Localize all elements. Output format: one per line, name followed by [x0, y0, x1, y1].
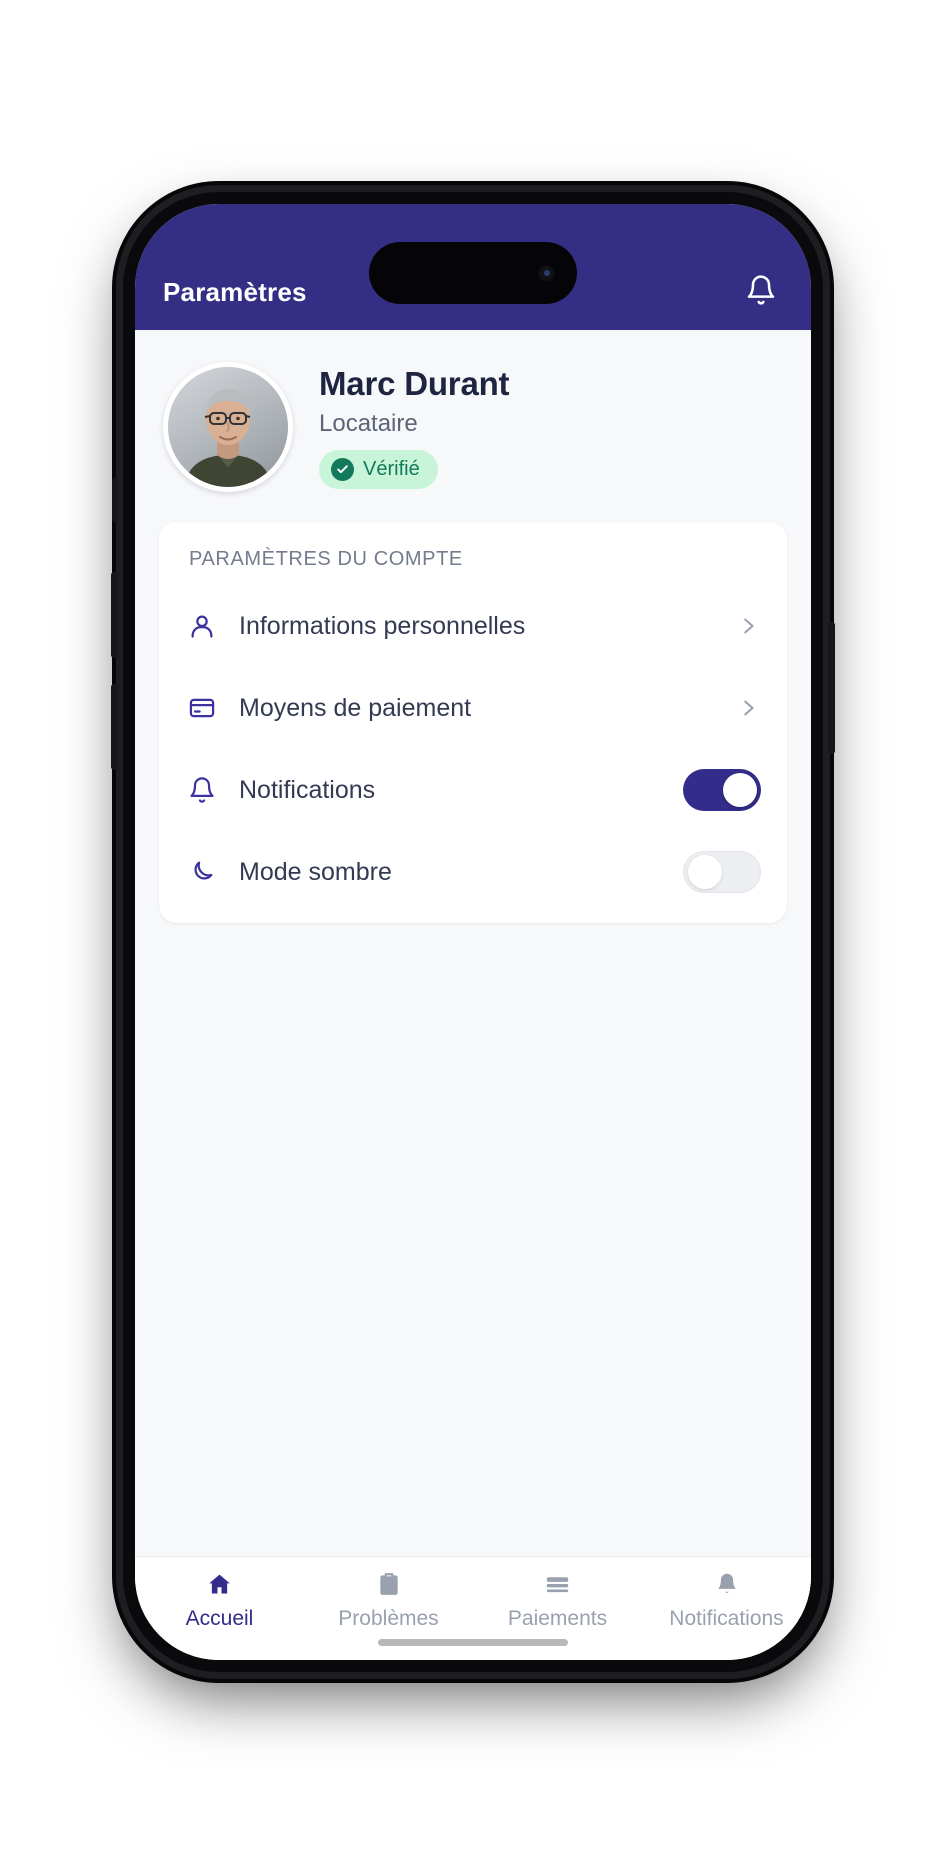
status-badge-label: Vérifié [363, 458, 420, 480]
page-title: Paramètres [163, 277, 307, 307]
account-settings-card: PARAMÈTRES DU COMPTE Informations person… [159, 522, 787, 923]
settings-row-personal-info[interactable]: Informations personnelles [159, 585, 787, 667]
card-icon [544, 1569, 571, 1599]
volume-down-button[interactable] [111, 684, 118, 770]
home-indicator[interactable] [378, 1639, 568, 1646]
clipboard-icon [376, 1569, 402, 1599]
home-icon [206, 1569, 233, 1599]
notifications-toggle[interactable] [683, 769, 761, 811]
settings-row-label: Moyens de paiement [239, 693, 472, 722]
profile-text: Marc Durant Locataire Vérifié [319, 365, 510, 489]
front-camera-icon [538, 264, 555, 282]
nav-item-label: Problèmes [338, 1607, 439, 1630]
nav-item-accueil[interactable]: Accueil [135, 1569, 304, 1631]
settings-row-label: Informations personnelles [239, 611, 526, 640]
phone-screen: Paramètres Marc Durant Locataire Vérifié… [135, 204, 811, 1660]
notifications-button[interactable] [739, 268, 783, 312]
status-badge: Vérifié [319, 450, 438, 489]
power-button[interactable] [828, 622, 835, 754]
nav-item-label: Paiements [507, 1607, 608, 1630]
settings-row-label: Notifications [239, 775, 376, 804]
toggle-knob [688, 855, 722, 889]
chevron-right-icon[interactable] [735, 695, 761, 721]
volume-up-button[interactable] [111, 572, 118, 658]
app-body: Marc Durant Locataire Vérifié PARAMÈTRES… [135, 330, 811, 1660]
settings-row-label: Mode sombre [239, 857, 392, 886]
settings-row-payment-methods[interactable]: Moyens de paiement [159, 667, 787, 749]
dark-mode-toggle[interactable] [683, 851, 761, 893]
profile-section: Marc Durant Locataire Vérifié [135, 330, 811, 518]
avatar-illustration [168, 367, 288, 487]
toggle-knob [723, 773, 757, 807]
nav-item-label: Notifications [669, 1607, 784, 1630]
chevron-right-icon[interactable] [735, 613, 761, 639]
moon-icon [185, 855, 219, 889]
section-title: PARAMÈTRES DU COMPTE [189, 548, 463, 570]
silent-switch[interactable] [112, 478, 118, 522]
dynamic-island [369, 242, 577, 304]
credit-card-icon [185, 691, 219, 725]
user-icon [185, 609, 219, 643]
settings-row-notifications[interactable]: Notifications [159, 749, 787, 831]
screenshot-stage: Paramètres Marc Durant Locataire Vérifié… [0, 0, 946, 1864]
avatar[interactable] [163, 362, 293, 492]
bell-icon [185, 773, 219, 807]
bell-icon [747, 275, 775, 305]
settings-row-dark-mode[interactable]: Mode sombre [159, 831, 787, 913]
profile-name: Marc Durant [319, 365, 510, 402]
phone-frame: Paramètres Marc Durant Locataire Vérifié… [111, 192, 835, 1672]
nav-item-label: Accueil [185, 1607, 254, 1630]
bell-icon [714, 1569, 740, 1599]
nav-item-notifications[interactable]: Notifications [642, 1569, 811, 1631]
check-circle-icon [331, 458, 354, 481]
nav-item-paiements[interactable]: Paiements [473, 1569, 642, 1631]
avatar-photo [168, 367, 288, 487]
profile-role: Locataire [319, 410, 418, 437]
nav-item-problemes[interactable]: Problèmes [304, 1569, 473, 1631]
